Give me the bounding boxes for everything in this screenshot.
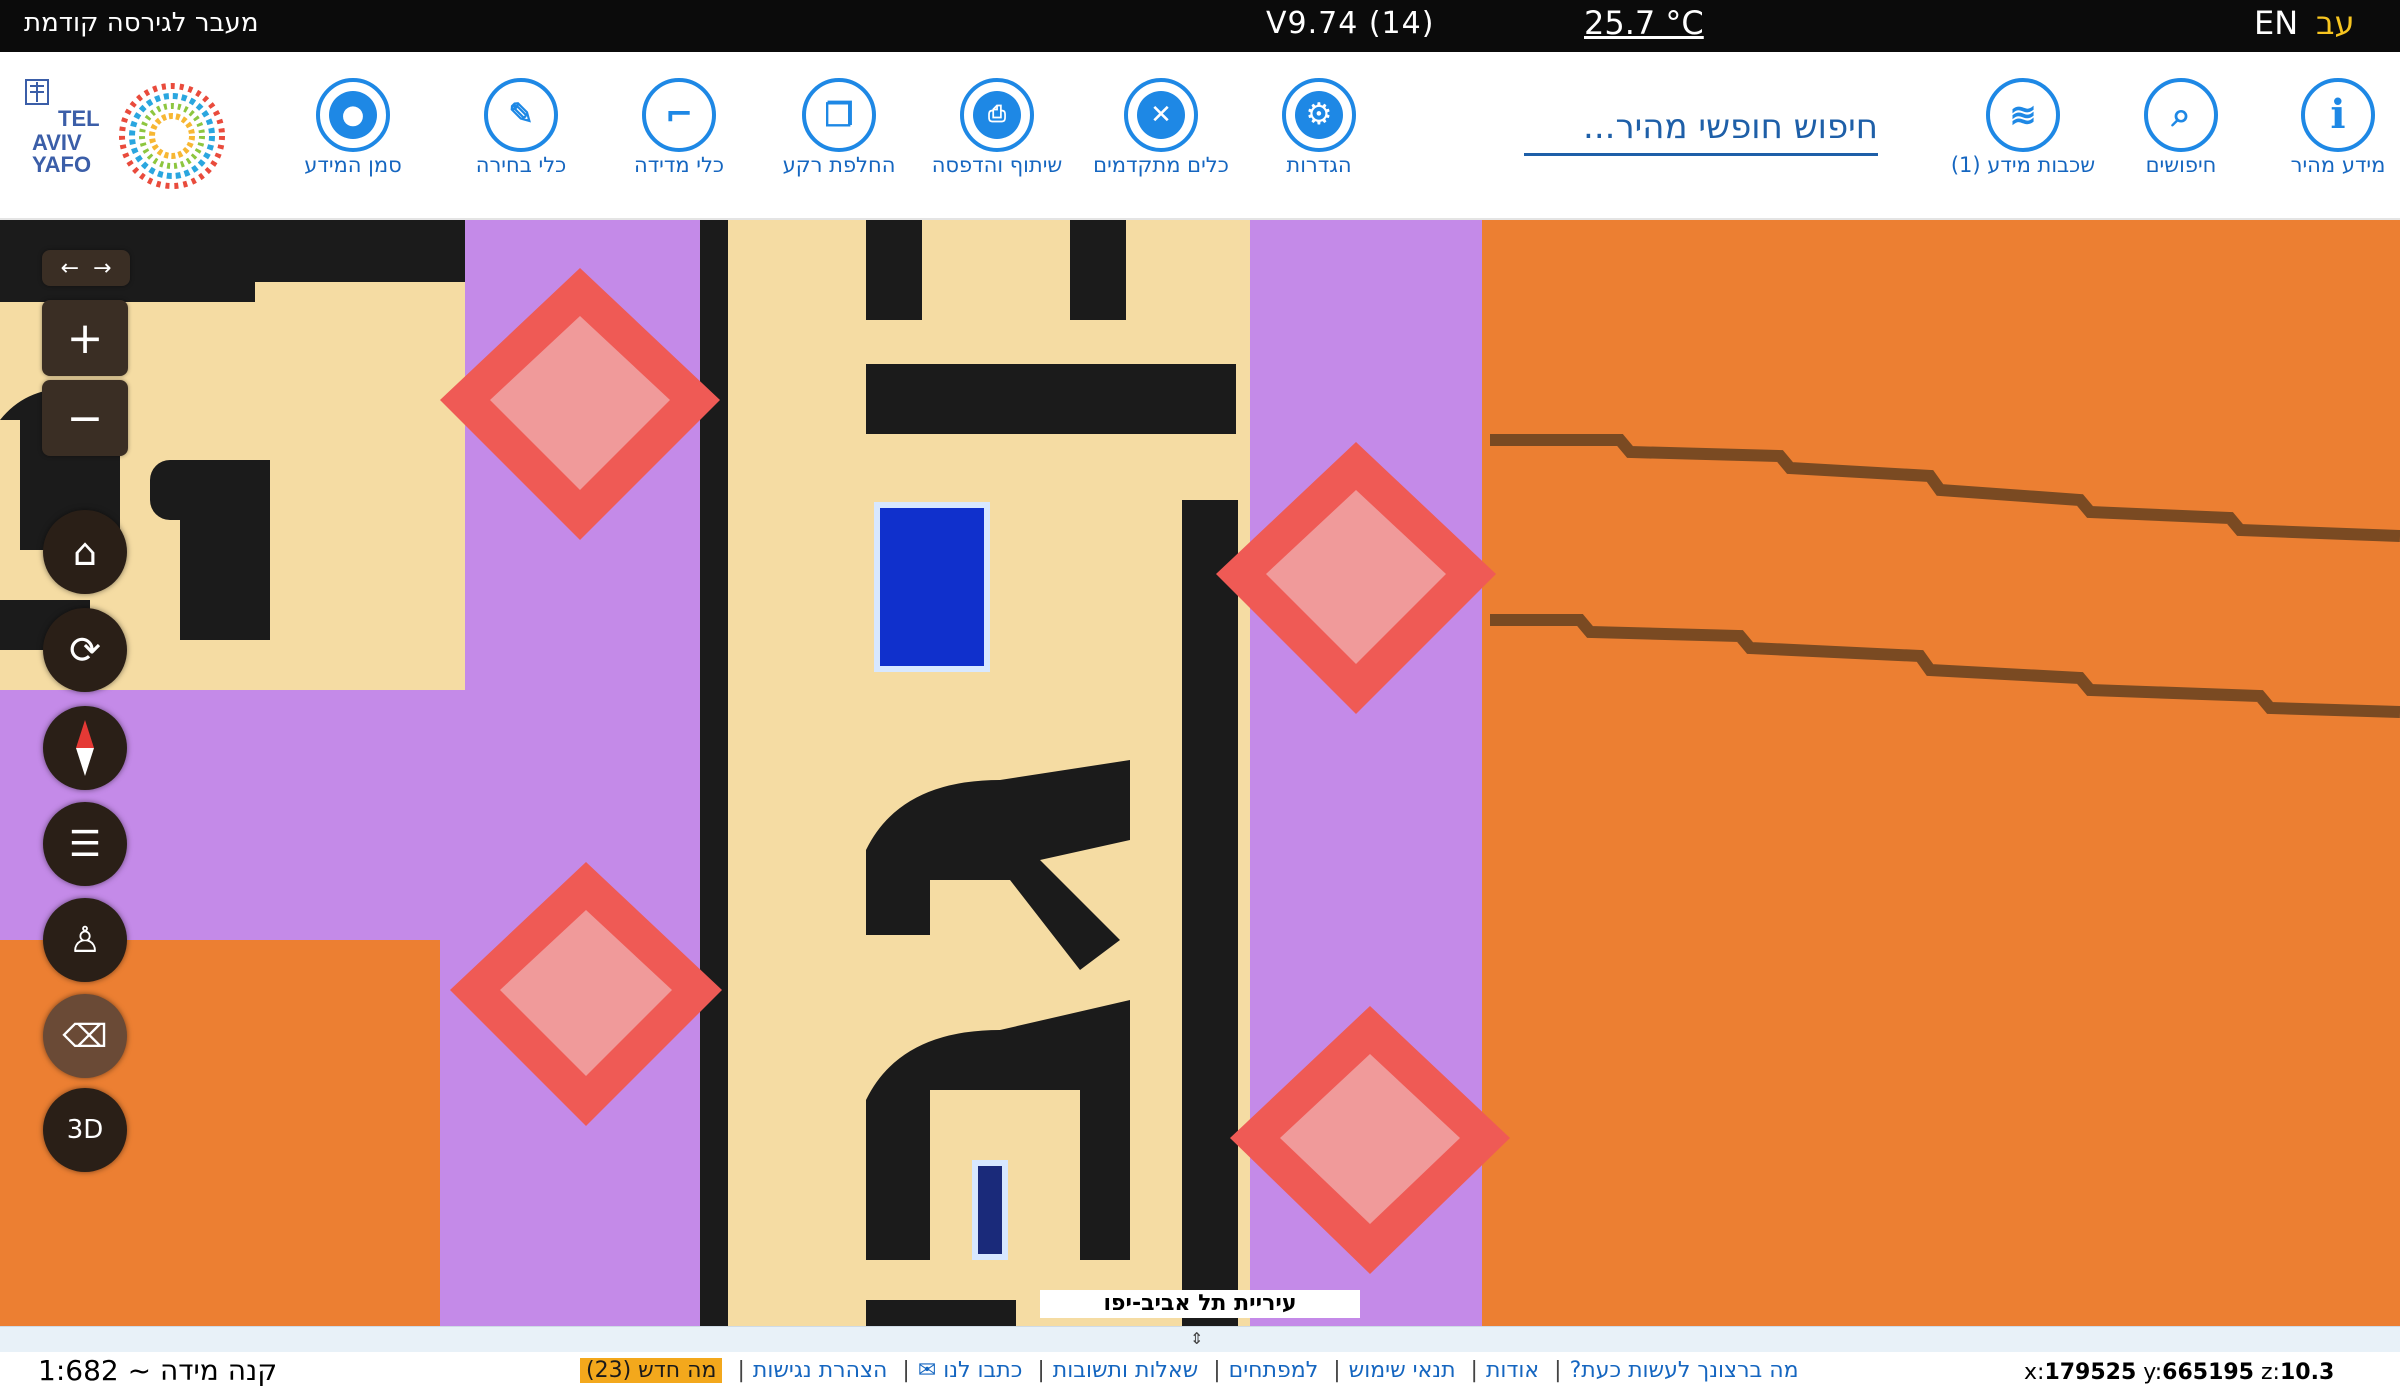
pin-info-tool[interactable]: ● סמן המידע (268, 78, 438, 178)
quick-search (1524, 100, 1878, 156)
street-view-icon: ♙ (68, 919, 102, 961)
tools-icon: ✕ (1124, 78, 1198, 152)
coord-z-label: z: (2261, 1360, 2280, 1385)
temperature-label[interactable]: 25.7 °C (1584, 4, 1704, 42)
zoom-out-icon: − (66, 392, 104, 444)
footer-link[interactable]: תנאי שימוש (1349, 1358, 1456, 1383)
layers-tool[interactable]: ≋ שכבות מידע (1) (1938, 78, 2108, 178)
legend-button[interactable]: ☰ (43, 802, 127, 886)
expand-arrows-icon: ⇕ (1190, 1329, 1204, 1348)
tool-label: כלי בחירה (475, 153, 567, 177)
footer-link[interactable]: למפתחים (1229, 1358, 1319, 1383)
whats-new-link[interactable]: מה חדש (23) (580, 1358, 723, 1383)
footer-link[interactable]: אודות (1486, 1358, 1539, 1383)
home-icon: ⌂ (72, 530, 98, 574)
footer-link[interactable]: מה ברצונך לעשות כעת? (1570, 1358, 1799, 1383)
quick-search-input[interactable] (1524, 100, 1878, 153)
map-scale: קנה מידה ~ 1:682 (38, 1354, 278, 1387)
gear-icon: ⚙ (1282, 78, 1356, 152)
street-view-button[interactable]: ♙ (43, 898, 127, 982)
footer-expand-handle[interactable]: ⇕ (0, 1326, 2400, 1352)
coord-y: 665195 (2162, 1360, 2254, 1385)
refresh-button[interactable]: ⟳ (43, 608, 127, 692)
zoom-in-button[interactable]: + (42, 300, 128, 376)
coord-x-label: x: (2024, 1360, 2045, 1385)
footer-link[interactable]: כתבו לנו ✉ (918, 1358, 1023, 1383)
select-tool[interactable]: ✎ כלי בחירה (436, 78, 606, 178)
map-canvas[interactable]: ← → + − ⌂ ⟳ ☰ ♙ ⌫ 3D עיריית תל אביב-יפו (0, 220, 2400, 1326)
refresh-icon: ⟳ (69, 628, 101, 672)
ruler-icon: ⌐ (642, 78, 716, 152)
home-button[interactable]: ⌂ (43, 510, 127, 594)
searches-tool[interactable]: ⌕ חיפושים (2096, 78, 2266, 178)
footer-link[interactable]: הצהרת נגישות (753, 1358, 888, 1383)
basemap-icon: ❐ (802, 78, 876, 152)
footer-link[interactable]: שאלות ותשובות (1053, 1358, 1198, 1383)
quick-info-tool[interactable]: i מידע מהיר (2256, 78, 2400, 178)
coord-z: 10.3 (2279, 1360, 2335, 1385)
measure-tool[interactable]: ⌐ כלי מדידה (594, 78, 764, 178)
layers-icon: ≋ (1986, 78, 2060, 152)
settings-tool[interactable]: ⚙ הגדרות (1234, 78, 1404, 178)
svg-text:TEL: TEL (58, 106, 100, 131)
legend-icon: ☰ (68, 823, 102, 865)
back-icon[interactable]: ← (61, 256, 79, 281)
basemap-tool[interactable]: ❐ החלפת רקע (754, 78, 924, 178)
compass-icon (76, 720, 94, 776)
main-toolbar: TEL AVIV YAFO ● סמן המידע ✎ כלי בחירה ⌐ … (0, 52, 2400, 220)
compass-button[interactable] (43, 706, 127, 790)
info-icon: i (2301, 78, 2375, 152)
footer-bar: קנה מידה ~ 1:682 מה ברצונך לעשות כעת?| א… (0, 1352, 2400, 1392)
forward-icon[interactable]: → (93, 256, 111, 281)
tool-label: שכבות מידע (1) (1950, 153, 2096, 177)
previous-version-link[interactable]: מעבר לגירסה קודמת (24, 8, 258, 38)
svg-text:YAFO: YAFO (32, 152, 91, 177)
coord-y-label: y: (2143, 1360, 2163, 1385)
share-print-tool[interactable]: ⎙ שיתוף והדפסה (914, 78, 1080, 178)
eraser-button[interactable]: ⌫ (43, 994, 127, 1078)
eraser-icon: ⌫ (62, 1017, 108, 1055)
tool-label: הגדרות (1286, 153, 1352, 177)
select-icon: ✎ (484, 78, 558, 152)
tool-label: כלים מתקדמים (1093, 153, 1229, 177)
search-icon: ⌕ (2144, 78, 2218, 152)
tool-label: שיתוף והדפסה (931, 153, 1063, 177)
3d-button[interactable]: 3D (43, 1088, 127, 1172)
city-emblem-icon (25, 79, 49, 105)
tool-label: כלי מדידה (633, 153, 725, 177)
top-bar: מעבר לגירסה קודמת V9.74 (14) 25.7 °C EN … (0, 0, 2400, 52)
zoom-in-icon: + (66, 312, 104, 364)
history-nav: ← → (42, 250, 130, 286)
tool-label: סמן המידע (304, 153, 402, 177)
coordinates-readout: x:179525 y:665195 z:10.3 (2024, 1360, 2334, 1385)
language-en-button[interactable]: EN (2254, 4, 2298, 42)
coord-x: 179525 (2044, 1360, 2137, 1385)
tool-label: חיפושים (2145, 153, 2217, 177)
pin-icon: ● (316, 78, 390, 152)
map-tiles (0, 220, 2400, 1326)
tool-label: החלפת רקע (782, 153, 896, 177)
footer-links: מה ברצונך לעשות כעת?| אודות| תנאי שימוש|… (580, 1358, 1799, 1383)
tel-aviv-logo[interactable]: TEL AVIV YAFO (22, 76, 252, 198)
tool-label: מידע מהיר (2290, 153, 2386, 177)
language-he-button[interactable]: עב (2316, 4, 2355, 42)
map-credit: עיריית תל אביב-יפו (1040, 1290, 1360, 1318)
zoom-out-button[interactable]: − (42, 380, 128, 456)
version-label: V9.74 (14) (1266, 6, 1435, 41)
advanced-tools[interactable]: ✕ כלים מתקדמים (1076, 78, 1246, 178)
printer-icon: ⎙ (960, 78, 1034, 152)
